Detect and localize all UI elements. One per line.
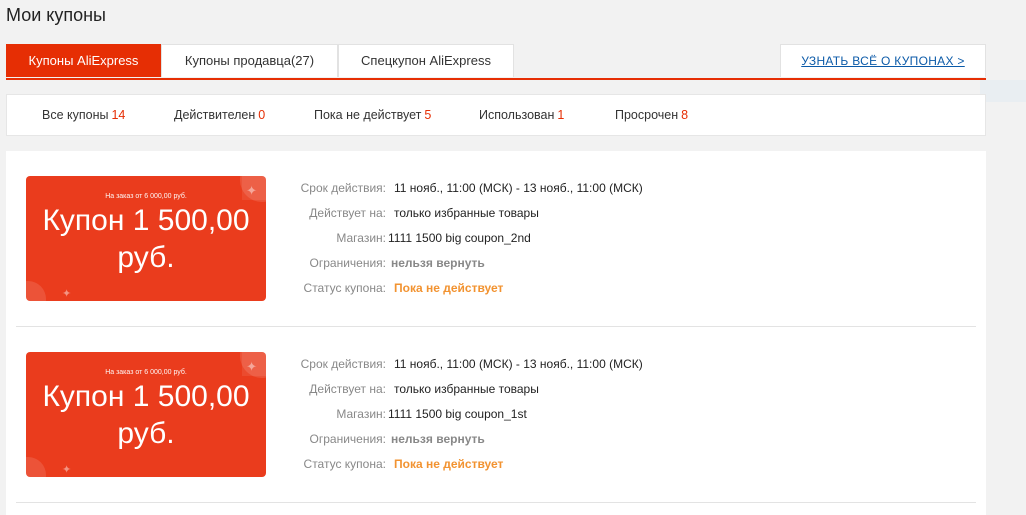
coupon-status: Пока не действует	[394, 281, 504, 295]
detail-label: Статус купона:	[303, 281, 386, 295]
coupon-card: ✦ ✦ На заказ от 6 000,00 руб. Купон 1 50…	[26, 352, 266, 477]
tab-seller-coupons[interactable]: Купоны продавца(27)	[161, 44, 338, 77]
coupon-list: ✦ ✦ На заказ от 6 000,00 руб. Купон 1 50…	[6, 151, 986, 515]
filter-bar: Все купоны 14 Действителен 0 Пока не дейст…	[6, 94, 986, 136]
detail-value: 1111 1500 big coupon_1st	[388, 407, 527, 421]
coupon-card: ✦ ✦ На заказ от 6 000,00 руб. Купон 1 50…	[26, 176, 266, 301]
detail-label: Срок действия:	[300, 357, 386, 371]
detail-status: Статус купона: Пока не действует	[296, 457, 504, 482]
filter-valid[interactable]: Действителен 0	[174, 108, 265, 122]
filter-label: Использован	[479, 108, 555, 122]
coupon-value-currency: руб.	[117, 241, 175, 274]
detail-value: 11 нояб., 11:00 (МСК) - 13 нояб., 11:00 …	[394, 357, 643, 371]
card-decoration	[26, 281, 46, 301]
detail-label: Магазин:	[336, 231, 386, 245]
row-divider	[16, 502, 976, 503]
detail-value: 11 нояб., 11:00 (МСК) - 13 нояб., 11:00 …	[394, 181, 643, 195]
detail-store: Магазин: 1111 1500 big coupon_1st	[296, 407, 526, 432]
detail-value: нельзя вернуть	[391, 432, 485, 446]
detail-store: Магазин: 1111 1500 big coupon_2nd	[296, 231, 530, 256]
filter-all[interactable]: Все купоны 14	[42, 108, 125, 122]
filter-expired[interactable]: Просрочен 8	[615, 108, 688, 122]
filter-label: Пока не действует	[314, 108, 422, 122]
side-panel-edge	[980, 80, 1026, 102]
filter-used[interactable]: Использован 1	[479, 108, 564, 122]
coupon-status: Пока не действует	[394, 457, 504, 471]
detail-label: Ограничения:	[309, 432, 386, 446]
coupon-details: Срок действия: 11 нояб., 11:00 (МСК) - 1…	[296, 181, 643, 306]
coupon-value: Купон 1 500,00 руб.	[26, 202, 266, 276]
detail-period: Срок действия: 11 нояб., 11:00 (МСК) - 1…	[296, 357, 643, 382]
filter-label: Действителен	[174, 108, 256, 122]
detail-value: только избранные товары	[394, 382, 539, 396]
detail-status: Статус купона: Пока не действует	[296, 281, 504, 306]
detail-label: Магазин:	[336, 407, 386, 421]
tab-aliexpress-coupons[interactable]: Купоны AliExpress	[6, 44, 161, 77]
detail-label: Ограничения:	[309, 256, 386, 270]
detail-value: только избранные товары	[394, 206, 539, 220]
filter-count: 8	[681, 108, 689, 122]
coupon-min-order: На заказ от 6 000,00 руб.	[105, 193, 187, 200]
tab-special-coupon[interactable]: Спецкупон AliExpress	[338, 44, 514, 77]
filter-count: 14	[111, 108, 126, 122]
coupon-tabs: Купоны AliExpress Купоны продавца(27) Сп…	[6, 44, 986, 80]
coupon-details: Срок действия: 11 нояб., 11:00 (МСК) - 1…	[296, 357, 643, 482]
detail-label: Статус купона:	[303, 457, 386, 471]
coupons-page: Мои купоны Купоны AliExpress Купоны прод…	[0, 0, 1026, 515]
detail-label: Действует на:	[309, 382, 386, 396]
filter-count: 5	[424, 108, 432, 122]
sparkle-icon: ✦	[62, 464, 72, 476]
detail-label: Срок действия:	[300, 181, 386, 195]
coupon-value: Купон 1 500,00 руб.	[26, 378, 266, 452]
filter-label: Все купоны	[42, 108, 109, 122]
detail-restrictions: Ограничения: нельзя вернуть	[296, 256, 485, 281]
filter-count: 1	[557, 108, 565, 122]
coupon-item: ✦ ✦ На заказ от 6 000,00 руб. Купон 1 50…	[6, 327, 986, 503]
detail-period: Срок действия: 11 нояб., 11:00 (МСК) - 1…	[296, 181, 643, 206]
coupon-value-currency: руб.	[117, 417, 175, 450]
detail-label: Действует на:	[309, 206, 386, 220]
detail-value: нельзя вернуть	[391, 256, 485, 270]
coupon-value-amount: Купон 1 500,00	[42, 204, 250, 237]
detail-applies: Действует на: только избранные товары	[296, 206, 539, 231]
detail-applies: Действует на: только избранные товары	[296, 382, 539, 407]
coupon-min-order: На заказ от 6 000,00 руб.	[105, 369, 187, 376]
learn-more-link[interactable]: УЗНАТЬ ВСЁ О КУПОНАХ >	[780, 44, 986, 77]
card-decoration	[26, 457, 46, 477]
coupon-item: ✦ ✦ На заказ от 6 000,00 руб. Купон 1 50…	[6, 151, 986, 327]
coupon-value-amount: Купон 1 500,00	[42, 380, 250, 413]
filter-count: 0	[258, 108, 266, 122]
sparkle-icon: ✦	[62, 288, 72, 300]
page-title: Мои купоны	[6, 5, 106, 25]
detail-value: 1111 1500 big coupon_2nd	[388, 231, 531, 245]
filter-not-yet-active[interactable]: Пока не действует 5	[314, 108, 431, 122]
detail-restrictions: Ограничения: нельзя вернуть	[296, 432, 485, 457]
filter-label: Просрочен	[615, 108, 679, 122]
